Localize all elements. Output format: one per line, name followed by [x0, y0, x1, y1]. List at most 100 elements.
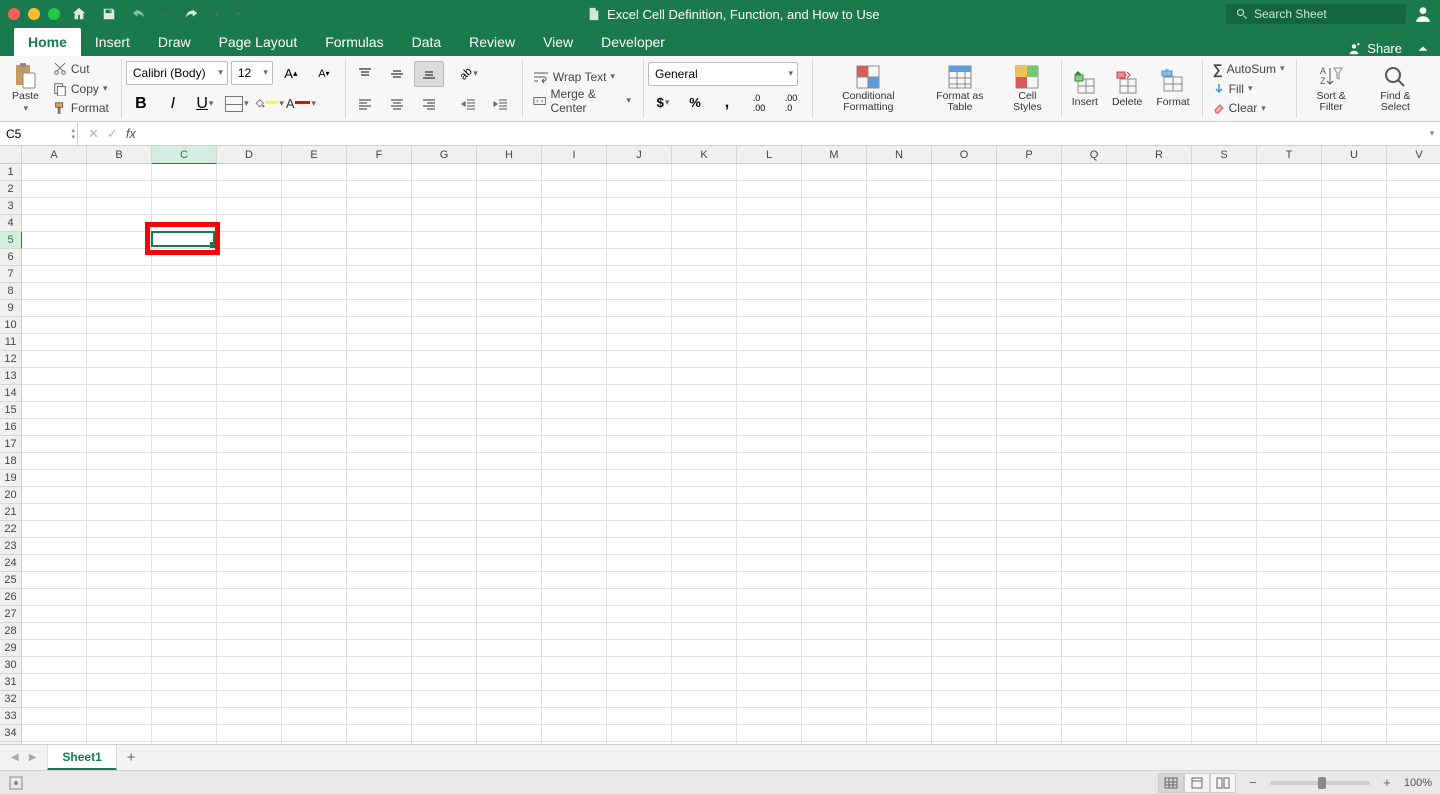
cell-N7[interactable]: [867, 266, 932, 283]
cell-B7[interactable]: [87, 266, 152, 283]
cell-B25[interactable]: [87, 572, 152, 589]
cell-G8[interactable]: [412, 283, 477, 300]
cell-M7[interactable]: [802, 266, 867, 283]
align-left-button[interactable]: [350, 91, 380, 117]
cell-N23[interactable]: [867, 538, 932, 555]
merge-center-button[interactable]: Merge & Center: [527, 91, 637, 111]
cell-O5[interactable]: [932, 232, 997, 249]
font-color-button[interactable]: A▾: [286, 91, 316, 117]
cell-S6[interactable]: [1192, 249, 1257, 266]
cell-O10[interactable]: [932, 317, 997, 334]
row-header-21[interactable]: 21: [0, 504, 22, 521]
cell-C20[interactable]: [152, 487, 217, 504]
cell-D21[interactable]: [217, 504, 282, 521]
cell-Q12[interactable]: [1062, 351, 1127, 368]
cell-M10[interactable]: [802, 317, 867, 334]
cell-A34[interactable]: [22, 725, 87, 742]
cell-V20[interactable]: [1387, 487, 1440, 504]
row-header-22[interactable]: 22: [0, 521, 22, 538]
tab-draw[interactable]: Draw: [144, 28, 205, 56]
cell-D29[interactable]: [217, 640, 282, 657]
cell-E18[interactable]: [282, 453, 347, 470]
cell-R20[interactable]: [1127, 487, 1192, 504]
cell-B34[interactable]: [87, 725, 152, 742]
cell-A12[interactable]: [22, 351, 87, 368]
column-header-O[interactable]: O: [932, 146, 997, 164]
cell-A7[interactable]: [22, 266, 87, 283]
cell-P20[interactable]: [997, 487, 1062, 504]
cell-B19[interactable]: [87, 470, 152, 487]
cell-Q6[interactable]: [1062, 249, 1127, 266]
cell-H25[interactable]: [477, 572, 542, 589]
cell-V22[interactable]: [1387, 521, 1440, 538]
cell-J25[interactable]: [607, 572, 672, 589]
cell-A2[interactable]: [22, 181, 87, 198]
column-header-I[interactable]: I: [542, 146, 607, 164]
cell-P6[interactable]: [997, 249, 1062, 266]
cell-D31[interactable]: [217, 674, 282, 691]
cell-G19[interactable]: [412, 470, 477, 487]
cell-N12[interactable]: [867, 351, 932, 368]
cell-L23[interactable]: [737, 538, 802, 555]
cell-K2[interactable]: [672, 181, 737, 198]
cell-C23[interactable]: [152, 538, 217, 555]
cell-B15[interactable]: [87, 402, 152, 419]
cell-U8[interactable]: [1322, 283, 1387, 300]
cell-O6[interactable]: [932, 249, 997, 266]
cell-N1[interactable]: [867, 164, 932, 181]
cell-B22[interactable]: [87, 521, 152, 538]
cell-B14[interactable]: [87, 385, 152, 402]
cell-B32[interactable]: [87, 691, 152, 708]
column-header-G[interactable]: G: [412, 146, 477, 164]
cell-Q2[interactable]: [1062, 181, 1127, 198]
cell-D30[interactable]: [217, 657, 282, 674]
cell-P5[interactable]: [997, 232, 1062, 249]
cell-U13[interactable]: [1322, 368, 1387, 385]
cell-F10[interactable]: [347, 317, 412, 334]
cell-S22[interactable]: [1192, 521, 1257, 538]
cell-J7[interactable]: [607, 266, 672, 283]
cell-B2[interactable]: [87, 181, 152, 198]
cell-K23[interactable]: [672, 538, 737, 555]
cell-U25[interactable]: [1322, 572, 1387, 589]
cell-K7[interactable]: [672, 266, 737, 283]
cell-M23[interactable]: [802, 538, 867, 555]
cell-I8[interactable]: [542, 283, 607, 300]
cell-K13[interactable]: [672, 368, 737, 385]
cell-O1[interactable]: [932, 164, 997, 181]
cell-R22[interactable]: [1127, 521, 1192, 538]
cell-V5[interactable]: [1387, 232, 1440, 249]
cell-I3[interactable]: [542, 198, 607, 215]
cell-U11[interactable]: [1322, 334, 1387, 351]
cell-S11[interactable]: [1192, 334, 1257, 351]
cell-L25[interactable]: [737, 572, 802, 589]
cell-S9[interactable]: [1192, 300, 1257, 317]
percent-format-button[interactable]: %: [680, 90, 710, 116]
cell-K11[interactable]: [672, 334, 737, 351]
cell-P3[interactable]: [997, 198, 1062, 215]
cell-D8[interactable]: [217, 283, 282, 300]
cell-R27[interactable]: [1127, 606, 1192, 623]
cell-F8[interactable]: [347, 283, 412, 300]
row-header-16[interactable]: 16: [0, 419, 22, 436]
cell-N29[interactable]: [867, 640, 932, 657]
cell-G30[interactable]: [412, 657, 477, 674]
clear-button[interactable]: Clear: [1207, 98, 1291, 118]
cell-G14[interactable]: [412, 385, 477, 402]
cell-C15[interactable]: [152, 402, 217, 419]
row-header-6[interactable]: 6: [0, 249, 22, 266]
cell-H23[interactable]: [477, 538, 542, 555]
cell-A23[interactable]: [22, 538, 87, 555]
cell-J5[interactable]: [607, 232, 672, 249]
cell-M28[interactable]: [802, 623, 867, 640]
cell-H10[interactable]: [477, 317, 542, 334]
cell-Q5[interactable]: [1062, 232, 1127, 249]
cell-Q1[interactable]: [1062, 164, 1127, 181]
cell-I25[interactable]: [542, 572, 607, 589]
cell-D22[interactable]: [217, 521, 282, 538]
cell-L1[interactable]: [737, 164, 802, 181]
cell-F20[interactable]: [347, 487, 412, 504]
cell-N17[interactable]: [867, 436, 932, 453]
collapse-ribbon-icon[interactable]: [1416, 42, 1430, 56]
cell-R26[interactable]: [1127, 589, 1192, 606]
